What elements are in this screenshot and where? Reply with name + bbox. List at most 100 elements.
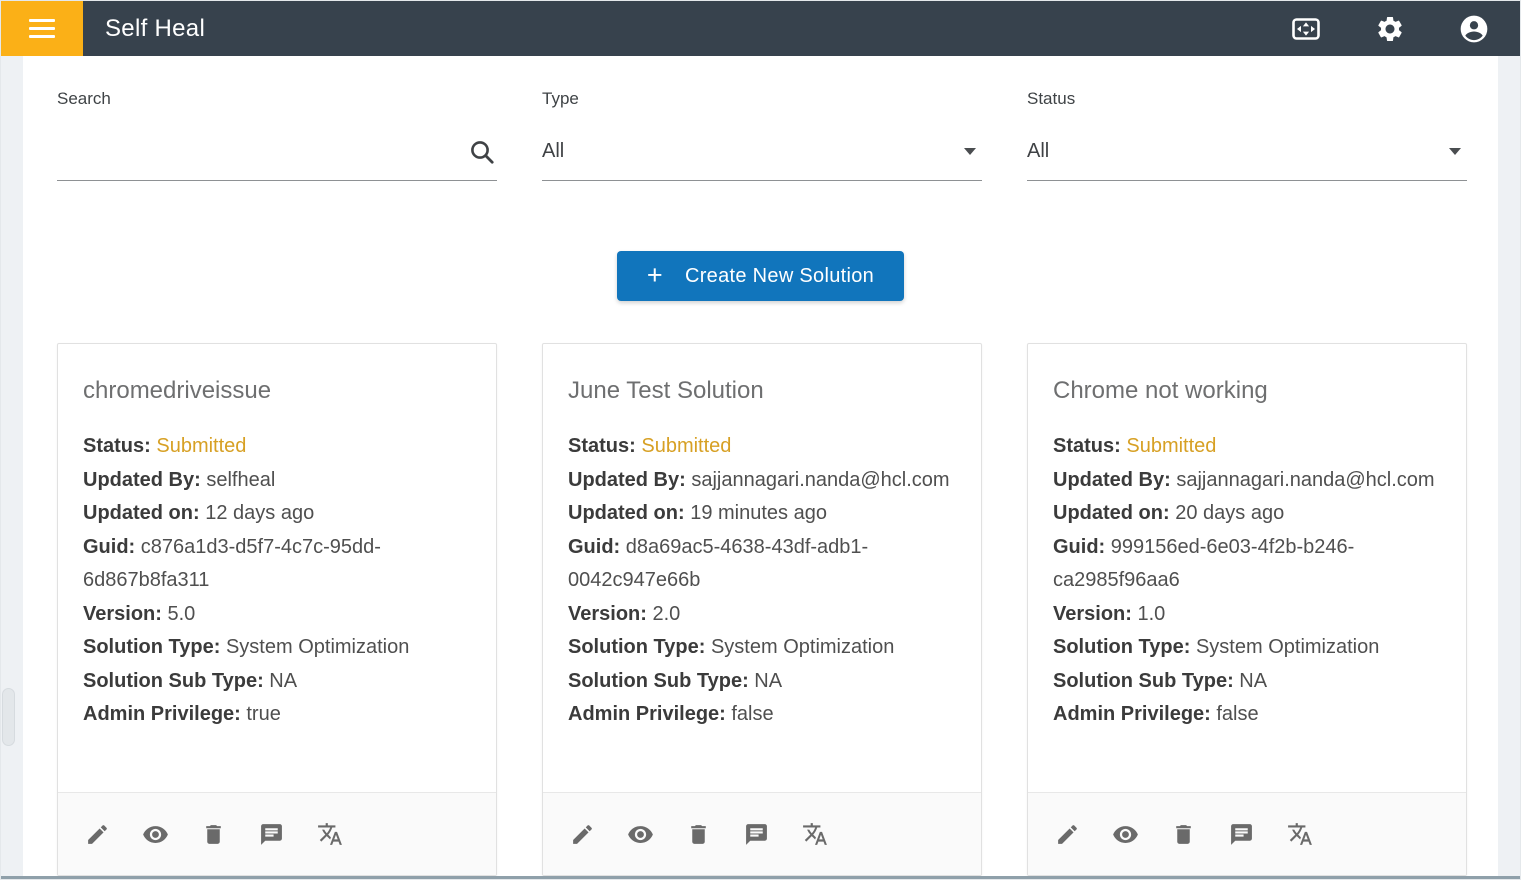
settings-gear-icon bbox=[1375, 14, 1405, 44]
card-field: Guid: d8a69ac5-4638-43df-adb1-0042c947e6… bbox=[568, 531, 956, 598]
card-field: Status: Submitted bbox=[568, 430, 956, 464]
eye-icon bbox=[142, 821, 169, 848]
solution-card: Chrome not working Status: SubmittedUpda… bbox=[1027, 343, 1467, 876]
comment-button[interactable] bbox=[743, 821, 770, 848]
card-field: Updated on: 19 minutes ago bbox=[568, 497, 956, 531]
type-select[interactable]: All bbox=[542, 109, 982, 181]
status-filter: Status All bbox=[1027, 89, 1467, 181]
card-field: Guid: 999156ed-6e03-4f2b-b246-ca2985f96a… bbox=[1053, 531, 1441, 598]
search-filter: Search bbox=[57, 89, 497, 181]
card-field: Solution Type: System Optimization bbox=[568, 631, 956, 665]
translate-icon bbox=[802, 821, 828, 847]
comment-button[interactable] bbox=[258, 821, 285, 848]
appbar-actions bbox=[1290, 13, 1520, 45]
create-new-solution-button[interactable]: + Create New Solution bbox=[617, 251, 904, 301]
card-field: Updated By: sajjannagari.nanda@hcl.com bbox=[1053, 464, 1441, 498]
card-field: Admin Privilege: false bbox=[568, 698, 956, 732]
card-field: Updated By: selfheal bbox=[83, 464, 471, 498]
left-scrollbar-track[interactable] bbox=[1, 56, 23, 879]
translate-button[interactable] bbox=[1286, 821, 1313, 848]
translate-button[interactable] bbox=[316, 821, 343, 848]
chat-bubble-icon bbox=[744, 822, 769, 847]
solution-title: chromedriveissue bbox=[83, 377, 471, 405]
card-field: Updated on: 12 days ago bbox=[83, 497, 471, 531]
status-select[interactable]: All bbox=[1027, 109, 1467, 181]
card-body: June Test Solution Status: SubmittedUpda… bbox=[543, 344, 981, 792]
translate-icon bbox=[317, 821, 343, 847]
right-scrollbar-track[interactable] bbox=[1498, 56, 1520, 879]
view-button[interactable] bbox=[1112, 821, 1139, 848]
solution-cards: chromedriveissue Status: SubmittedUpdate… bbox=[1, 343, 1520, 876]
solution-card: June Test Solution Status: SubmittedUpda… bbox=[542, 343, 982, 876]
hamburger-menu-button[interactable] bbox=[1, 1, 83, 56]
translate-button[interactable] bbox=[801, 821, 828, 848]
card-field: Solution Sub Type: NA bbox=[1053, 665, 1441, 699]
edit-button[interactable] bbox=[569, 821, 596, 848]
chat-bubble-icon bbox=[259, 822, 284, 847]
pencil-icon bbox=[1055, 822, 1080, 847]
card-field: Solution Type: System Optimization bbox=[1053, 631, 1441, 665]
view-button[interactable] bbox=[627, 821, 654, 848]
type-label: Type bbox=[542, 89, 982, 109]
delete-button[interactable] bbox=[1170, 821, 1197, 848]
fit-screen-button[interactable] bbox=[1290, 13, 1322, 45]
card-field: Version: 5.0 bbox=[83, 598, 471, 632]
filter-bar: Search Type All Status All bbox=[1, 56, 1520, 181]
delete-button[interactable] bbox=[200, 821, 227, 848]
account-circle-icon bbox=[1458, 13, 1490, 45]
translate-icon bbox=[1287, 821, 1313, 847]
page-title: Self Heal bbox=[105, 15, 1290, 43]
create-button-label: Create New Solution bbox=[685, 265, 874, 288]
fit-screen-icon bbox=[1290, 13, 1322, 45]
create-button-row: + Create New Solution bbox=[1, 251, 1520, 301]
search-field[interactable] bbox=[57, 109, 497, 181]
type-filter: Type All bbox=[542, 89, 982, 181]
search-label: Search bbox=[57, 89, 497, 109]
type-selected-value: All bbox=[542, 140, 564, 163]
card-fields: Status: SubmittedUpdated By: sajjannagar… bbox=[568, 430, 956, 732]
settings-button[interactable] bbox=[1374, 13, 1406, 45]
edit-button[interactable] bbox=[1054, 821, 1081, 848]
plus-icon: + bbox=[647, 262, 663, 289]
solution-title: June Test Solution bbox=[568, 377, 956, 405]
status-selected-value: All bbox=[1027, 140, 1049, 163]
card-fields: Status: SubmittedUpdated By: selfhealUpd… bbox=[83, 430, 471, 732]
app-bar: Self Heal bbox=[1, 1, 1520, 56]
card-actions bbox=[543, 792, 981, 875]
account-button[interactable] bbox=[1458, 13, 1490, 45]
scrollbar-thumb[interactable] bbox=[2, 688, 15, 746]
card-body: chromedriveissue Status: SubmittedUpdate… bbox=[58, 344, 496, 792]
search-icon bbox=[467, 137, 497, 167]
card-actions bbox=[1028, 792, 1466, 875]
card-field: Admin Privilege: false bbox=[1053, 698, 1441, 732]
solution-card: chromedriveissue Status: SubmittedUpdate… bbox=[57, 343, 497, 876]
eye-icon bbox=[627, 821, 654, 848]
chevron-down-icon bbox=[964, 148, 976, 155]
chevron-down-icon bbox=[1449, 148, 1461, 155]
search-input[interactable] bbox=[57, 135, 467, 169]
trash-icon bbox=[201, 822, 226, 847]
card-actions bbox=[58, 792, 496, 875]
trash-icon bbox=[1171, 822, 1196, 847]
status-label: Status bbox=[1027, 89, 1467, 109]
eye-icon bbox=[1112, 821, 1139, 848]
solution-title: Chrome not working bbox=[1053, 377, 1441, 405]
card-field: Status: Submitted bbox=[1053, 430, 1441, 464]
trash-icon bbox=[686, 822, 711, 847]
window-bottom-edge bbox=[1, 876, 1520, 879]
card-field: Guid: c876a1d3-d5f7-4c7c-95dd-6d867b8fa3… bbox=[83, 531, 471, 598]
card-field: Updated By: sajjannagari.nanda@hcl.com bbox=[568, 464, 956, 498]
card-field: Version: 1.0 bbox=[1053, 598, 1441, 632]
pencil-icon bbox=[570, 822, 595, 847]
card-body: Chrome not working Status: SubmittedUpda… bbox=[1028, 344, 1466, 792]
comment-button[interactable] bbox=[1228, 821, 1255, 848]
view-button[interactable] bbox=[142, 821, 169, 848]
card-field: Solution Type: System Optimization bbox=[83, 631, 471, 665]
card-field: Updated on: 20 days ago bbox=[1053, 497, 1441, 531]
card-field: Admin Privilege: true bbox=[83, 698, 471, 732]
hamburger-icon bbox=[29, 19, 55, 39]
app-window: Self Heal bbox=[0, 0, 1521, 880]
pencil-icon bbox=[85, 822, 110, 847]
delete-button[interactable] bbox=[685, 821, 712, 848]
edit-button[interactable] bbox=[84, 821, 111, 848]
